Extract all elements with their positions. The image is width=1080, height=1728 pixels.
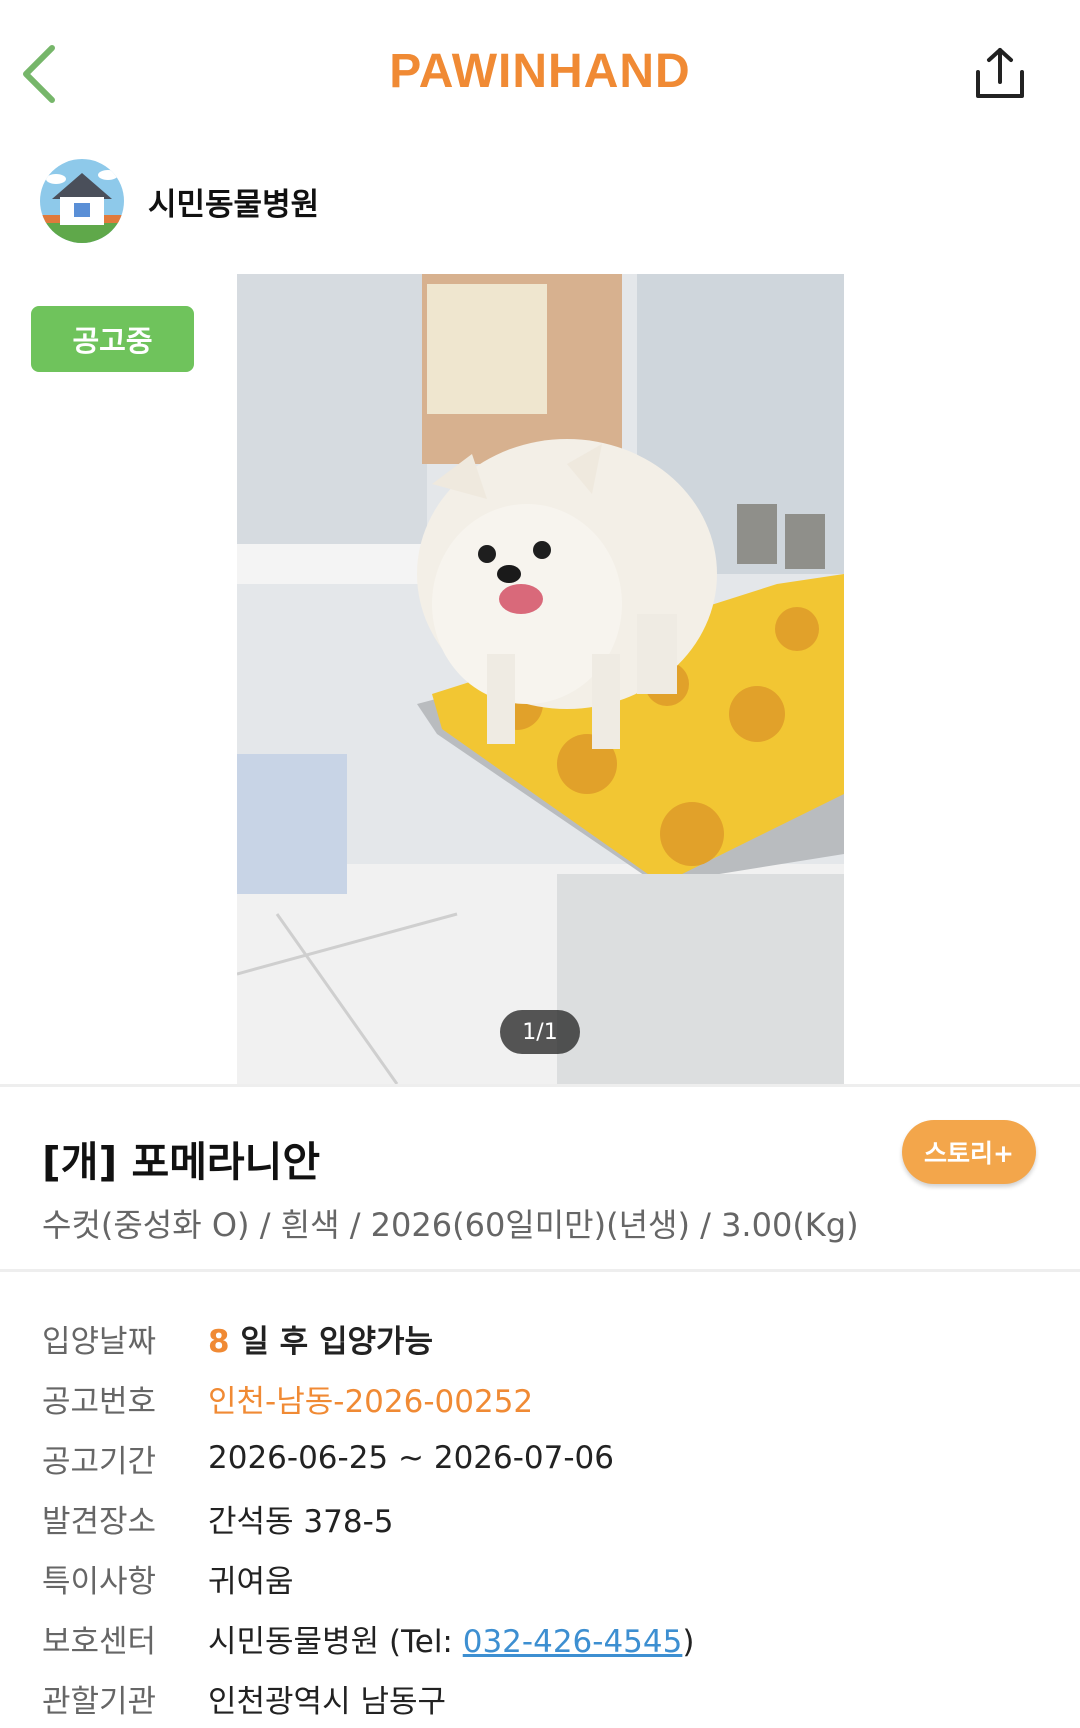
phone-link[interactable]: 032-426-4545 (463, 1624, 683, 1660)
share-button[interactable] (972, 46, 1028, 102)
info-row-features: 특이사항 귀여움 (42, 1548, 694, 1608)
info-table: 입양날짜 8 일 후 입양가능 공고번호 인천-남동-2026-00252 공고… (42, 1308, 694, 1728)
adoption-days-text: 일 후 입양가능 (240, 1323, 434, 1360)
story-button[interactable]: 스토리+ (902, 1120, 1036, 1184)
info-row-notice-no: 공고번호 인천-남동-2026-00252 (42, 1368, 694, 1428)
info-label: 관할기관 (42, 1683, 157, 1720)
notice-number: 인천-남동-2026-00252 (208, 1383, 534, 1420)
house-icon (40, 159, 124, 243)
shelter-header[interactable]: 시민동물병원 (40, 158, 319, 244)
jurisdiction: 인천광역시 남동구 (208, 1683, 447, 1720)
info-row-jurisdiction: 관할기관 인천광역시 남동구 (42, 1668, 694, 1728)
photo-counter: 1/1 (500, 1010, 580, 1054)
adoption-days: 8 (208, 1323, 230, 1360)
divider (0, 1269, 1080, 1272)
info-label: 공고기간 (42, 1443, 157, 1480)
divider (0, 1084, 1080, 1087)
shelter-avatar[interactable] (40, 159, 124, 243)
info-label: 입양날짜 (42, 1323, 157, 1360)
found-place: 간석동 378-5 (208, 1503, 394, 1540)
shelter-center: 시민동물병원 (Tel: 032-426-4545) (208, 1616, 694, 1661)
info-label: 특이사항 (42, 1563, 157, 1600)
notice-period: 2026-06-25 ~ 2026-07-06 (208, 1440, 614, 1476)
info-label: 발견장소 (42, 1503, 157, 1540)
center-name: 시민동물병원 (208, 1623, 380, 1660)
tel-prefix: (Tel: (379, 1623, 463, 1660)
info-label: 공고번호 (42, 1383, 157, 1420)
animal-photo[interactable] (237, 274, 844, 1084)
info-row-center: 보호센터 시민동물병원 (Tel: 032-426-4545) (42, 1608, 694, 1668)
info-row-notice-period: 공고기간 2026-06-25 ~ 2026-07-06 (42, 1428, 694, 1488)
share-icon (976, 48, 1024, 98)
info-row-found-place: 발견장소 간석동 378-5 (42, 1488, 694, 1548)
animal-summary: 수컷(중성화 O) / 흰색 / 2026(60일미만)(년생) / 3.00(… (42, 1206, 859, 1244)
animal-title: [개] 포메라니안 (42, 1138, 321, 1186)
info-row-adoption-date: 입양날짜 8 일 후 입양가능 (42, 1308, 694, 1368)
status-badge: 공고중 (31, 306, 194, 372)
brand-logo: PAWINHAND (389, 45, 691, 98)
app-header: PAWINHAND (0, 0, 1080, 150)
info-value: 8 일 후 입양가능 (208, 1316, 433, 1361)
info-label: 보호센터 (42, 1623, 157, 1660)
tel-suffix: ) (682, 1623, 695, 1660)
shelter-name[interactable]: 시민동물병원 (148, 179, 319, 224)
special-features: 귀여움 (208, 1563, 294, 1600)
dog-photo (237, 274, 844, 1084)
